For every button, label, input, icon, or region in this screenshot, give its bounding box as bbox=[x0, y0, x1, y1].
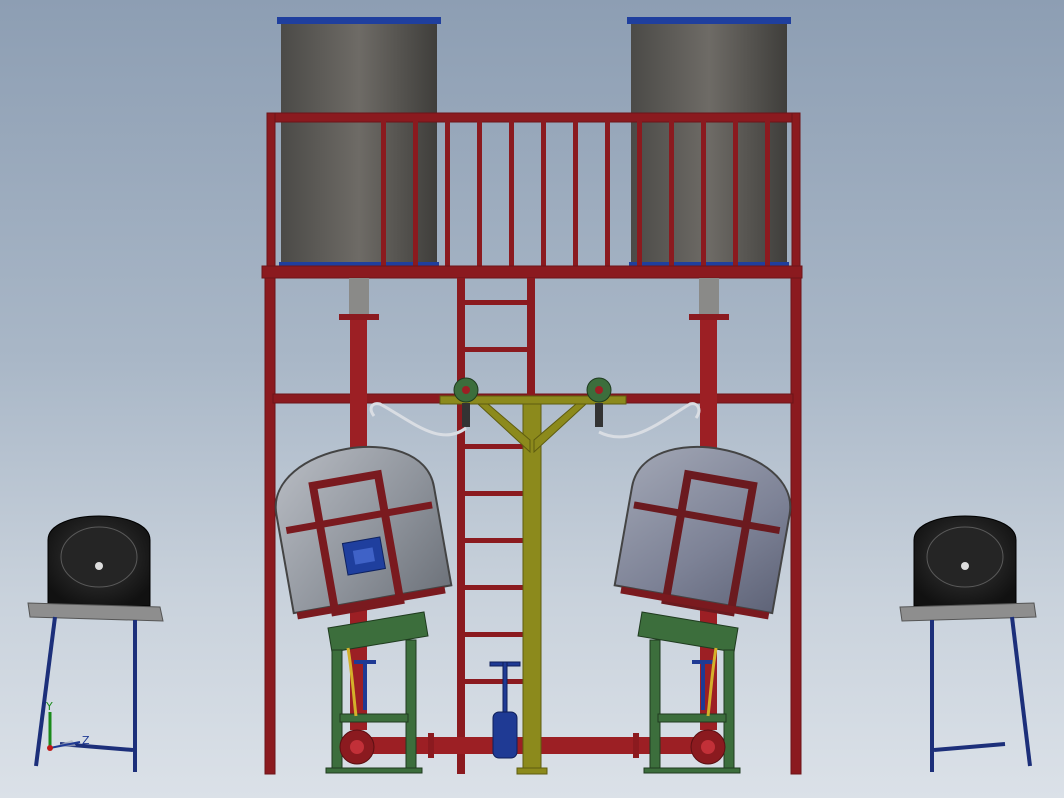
right-tank-lid bbox=[627, 17, 791, 24]
frame-right-column bbox=[790, 277, 802, 775]
left-stand-brace bbox=[339, 713, 409, 723]
left-burner-inner bbox=[60, 526, 138, 588]
support-column bbox=[522, 402, 542, 769]
left-drain-valve[interactable] bbox=[339, 729, 375, 765]
support-foot bbox=[516, 767, 548, 775]
left-burner-stand[interactable] bbox=[27, 515, 164, 772]
right-valve-bore bbox=[595, 386, 603, 394]
right-burner-nozzle bbox=[961, 562, 969, 570]
triad-y-label: Y bbox=[45, 700, 53, 713]
right-stand-foot bbox=[643, 767, 741, 774]
right-outlet-flange bbox=[689, 314, 729, 320]
left-valve-stem bbox=[462, 403, 470, 427]
left-hose bbox=[369, 402, 467, 437]
left-tank-lid bbox=[277, 17, 441, 24]
right-drain-valve[interactable] bbox=[690, 729, 726, 765]
support-right-brace bbox=[533, 403, 588, 454]
left-drain-bore bbox=[350, 740, 364, 754]
right-valve-stem bbox=[595, 403, 603, 427]
right-burner-stand[interactable] bbox=[899, 515, 1037, 772]
frame-left-column bbox=[264, 277, 276, 775]
left-outlet-flange bbox=[339, 314, 379, 320]
left-outlet-neck bbox=[349, 278, 369, 316]
ladder-left-rail bbox=[457, 278, 465, 774]
right-kettle-body bbox=[613, 445, 792, 615]
manifold-flange-left bbox=[428, 733, 434, 758]
central-gate-valve[interactable] bbox=[489, 661, 521, 759]
assembly-model[interactable]: Y Z bbox=[0, 0, 1064, 798]
right-stand-leg-a bbox=[649, 639, 661, 773]
left-burner-nozzle bbox=[95, 562, 103, 570]
right-drain-bore bbox=[701, 740, 715, 754]
cad-viewport[interactable]: Y Z bbox=[0, 0, 1064, 798]
gate-valve-body bbox=[492, 711, 518, 759]
coordinate-triad-icon: Y Z bbox=[45, 700, 90, 751]
left-valve-bore bbox=[462, 386, 470, 394]
triad-z-label: Z bbox=[82, 734, 90, 747]
railing-left-post bbox=[266, 112, 276, 274]
left-stand-foot bbox=[325, 767, 423, 774]
right-outlet-neck bbox=[699, 278, 719, 316]
ladder-rungs bbox=[463, 300, 529, 684]
left-stand-leg-a bbox=[331, 649, 343, 773]
right-handwheel-stem bbox=[701, 662, 705, 710]
left-kettle-body bbox=[274, 445, 453, 615]
platform-deck bbox=[261, 265, 803, 279]
right-tank-body bbox=[631, 22, 787, 268]
right-burner-legs bbox=[930, 616, 1032, 772]
gate-valve-stem bbox=[502, 661, 508, 715]
manifold-flange-right bbox=[633, 733, 639, 758]
right-hose bbox=[598, 402, 701, 439]
left-stand-leg-b bbox=[405, 639, 417, 773]
right-stand-brace bbox=[657, 713, 727, 723]
right-stand-leg-b bbox=[723, 649, 735, 773]
left-handwheel-stem bbox=[363, 662, 367, 710]
railing-top-rail bbox=[266, 112, 801, 123]
right-burner-inner bbox=[926, 526, 1004, 588]
railing-right-post bbox=[791, 112, 801, 274]
